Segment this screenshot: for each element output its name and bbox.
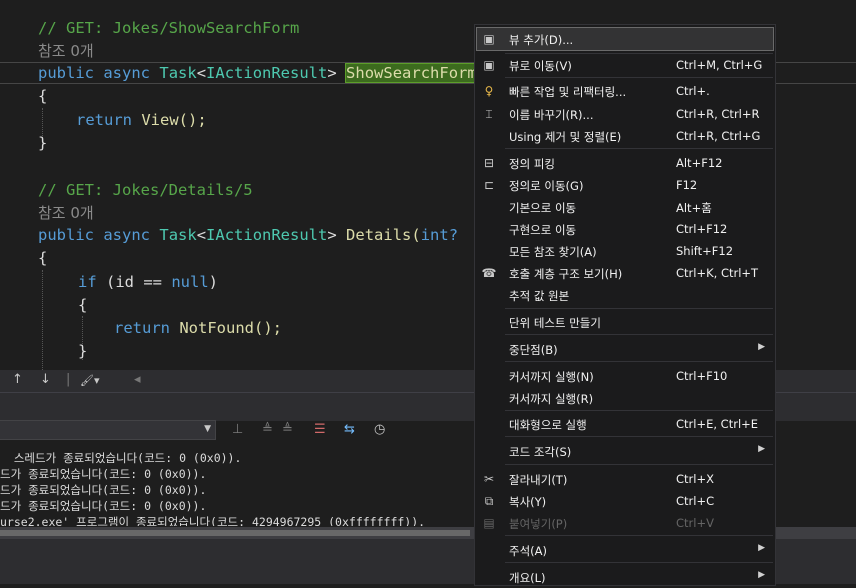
menu-item-add-view[interactable]: ▣ 뷰 추가(D)... (476, 27, 774, 51)
code-line-method-signature[interactable]: public async Task<IActionResult> ShowSea… (38, 62, 478, 85)
prev-message-icon[interactable]: ≜ (262, 422, 273, 437)
arrow-up-icon[interactable]: ↑ (12, 372, 23, 387)
menu-separator (505, 535, 773, 536)
menu-item-force-run-to-cursor[interactable]: 커서까지 실행(R) (477, 387, 773, 409)
code-line[interactable]: { (78, 294, 87, 317)
code-line[interactable]: return View(); (76, 109, 207, 132)
menu-item-annotation[interactable]: 주석(A) ▶ (477, 539, 773, 561)
menu-separator (505, 562, 773, 563)
submenu-arrow-icon: ▶ (758, 444, 765, 454)
clear-all-icon[interactable]: ☰ (314, 422, 326, 437)
next-message-icon[interactable]: ≜ (282, 422, 293, 437)
find-message-icon[interactable]: ⊥ (232, 422, 243, 437)
menu-separator (505, 464, 773, 465)
context-menu: ▣ 뷰 추가(D)... ▣ 뷰로 이동(V) Ctrl+M, Ctrl+G ♀… (474, 24, 776, 586)
menu-item-paste: ▤ 붙여넣기(P) Ctrl+V (477, 512, 773, 534)
menu-separator (505, 308, 773, 309)
menu-item-go-to-view[interactable]: ▣ 뷰로 이동(V) Ctrl+M, Ctrl+G (477, 54, 773, 76)
menu-separator (505, 77, 773, 78)
menu-item-call-hierarchy[interactable]: ☎ 호출 계층 구조 보기(H) Ctrl+K, Ctrl+T (477, 262, 773, 284)
rename-icon: ⌶ (485, 107, 493, 121)
menu-separator (505, 334, 773, 335)
codelens-references[interactable]: 참조 0개 (38, 202, 94, 223)
menu-item-execute-interactive[interactable]: 대화형으로 실행 Ctrl+E, Ctrl+E (477, 413, 773, 435)
chevron-down-icon: ▼ (204, 424, 211, 434)
submenu-arrow-icon: ▶ (758, 342, 765, 352)
indent-guide (42, 270, 43, 370)
menu-item-rename[interactable]: ⌶ 이름 바꾸기(R)... Ctrl+R, Ctrl+R (477, 103, 773, 125)
menu-item-create-unit-tests[interactable]: 단위 테스트 만들기 (477, 311, 773, 333)
code-line-method-signature[interactable]: public async Task<IActionResult> Details… (38, 224, 458, 247)
code-line[interactable]: { (38, 85, 47, 108)
code-line[interactable]: } (78, 340, 87, 363)
word-wrap-icon[interactable]: ⇆ (344, 422, 355, 437)
goto-definition-icon: ⊏ (483, 178, 495, 192)
toolbar-separator: | (66, 372, 71, 387)
code-line[interactable]: } (38, 132, 47, 155)
selected-method-name: ShowSearchForm (345, 63, 478, 83)
submenu-arrow-icon: ▶ (758, 570, 765, 580)
code-line-comment[interactable]: // GET: Jokes/ShowSearchForm (38, 17, 299, 40)
menu-item-snippet[interactable]: 코드 조각(S) ▶ (477, 440, 773, 462)
menu-item-remove-and-sort-usings[interactable]: Using 제거 및 정렬(E) Ctrl+R, Ctrl+G (477, 125, 773, 147)
copy-icon: ⧉ (484, 494, 494, 508)
page-icon: ▣ (483, 58, 495, 72)
lightbulb-icon: ♀ (484, 84, 494, 98)
menu-separator (505, 148, 773, 149)
menu-item-go-to-base[interactable]: 기본으로 이동 Alt+홈 (477, 196, 773, 218)
menu-separator (505, 361, 773, 362)
codelens-references[interactable]: 참조 0개 (38, 40, 94, 61)
menu-item-run-to-cursor[interactable]: 커서까지 실행(N) Ctrl+F10 (477, 365, 773, 387)
call-hierarchy-icon: ☎ (481, 266, 497, 280)
paste-icon: ▤ (483, 516, 495, 530)
menu-item-peek-definition[interactable]: ⊟ 정의 피킹 Alt+F12 (477, 152, 773, 174)
code-line[interactable]: if (id == null) (78, 271, 218, 294)
code-line[interactable]: return NotFound(); (114, 317, 282, 340)
menu-item-go-to-definition[interactable]: ⊏ 정의로 이동(G) F12 (477, 174, 773, 196)
menu-item-quick-actions[interactable]: ♀ 빠른 작업 및 리팩터링... Ctrl+. (477, 80, 773, 102)
menu-item-go-to-implementation[interactable]: 구현으로 이동 Ctrl+F12 (477, 218, 773, 240)
menu-separator (505, 410, 773, 411)
page-icon: ▣ (483, 32, 495, 46)
menu-item-breakpoint[interactable]: 중단점(B) ▶ (477, 338, 773, 360)
scrollbar-thumb[interactable] (0, 530, 470, 536)
menu-item-cut[interactable]: ✂ 잘라내기(T) Ctrl+X (477, 468, 773, 490)
scissors-icon: ✂ (483, 472, 495, 486)
code-line-comment[interactable]: // GET: Jokes/Details/5 (38, 179, 253, 202)
submenu-arrow-icon: ▶ (758, 543, 765, 553)
menu-item-track-value-source[interactable]: 추적 값 원본 (477, 284, 773, 306)
arrow-down-icon[interactable]: ↓ (40, 372, 51, 387)
code-line[interactable]: { (38, 247, 47, 270)
brush-icon[interactable]: 🖌▾ (80, 374, 100, 387)
menu-item-outlining[interactable]: 개요(L) ▶ (477, 566, 773, 588)
clock-icon[interactable]: ◷ (374, 422, 385, 437)
output-source-dropdown[interactable]: ▼ (0, 420, 216, 440)
menu-item-find-all-references[interactable]: 모든 참조 찾기(A) Shift+F12 (477, 240, 773, 262)
menu-item-copy[interactable]: ⧉ 복사(Y) Ctrl+C (477, 490, 773, 512)
scroll-left-icon[interactable]: ◂ (134, 372, 141, 387)
menu-separator (505, 436, 773, 437)
peek-icon: ⊟ (483, 156, 495, 170)
